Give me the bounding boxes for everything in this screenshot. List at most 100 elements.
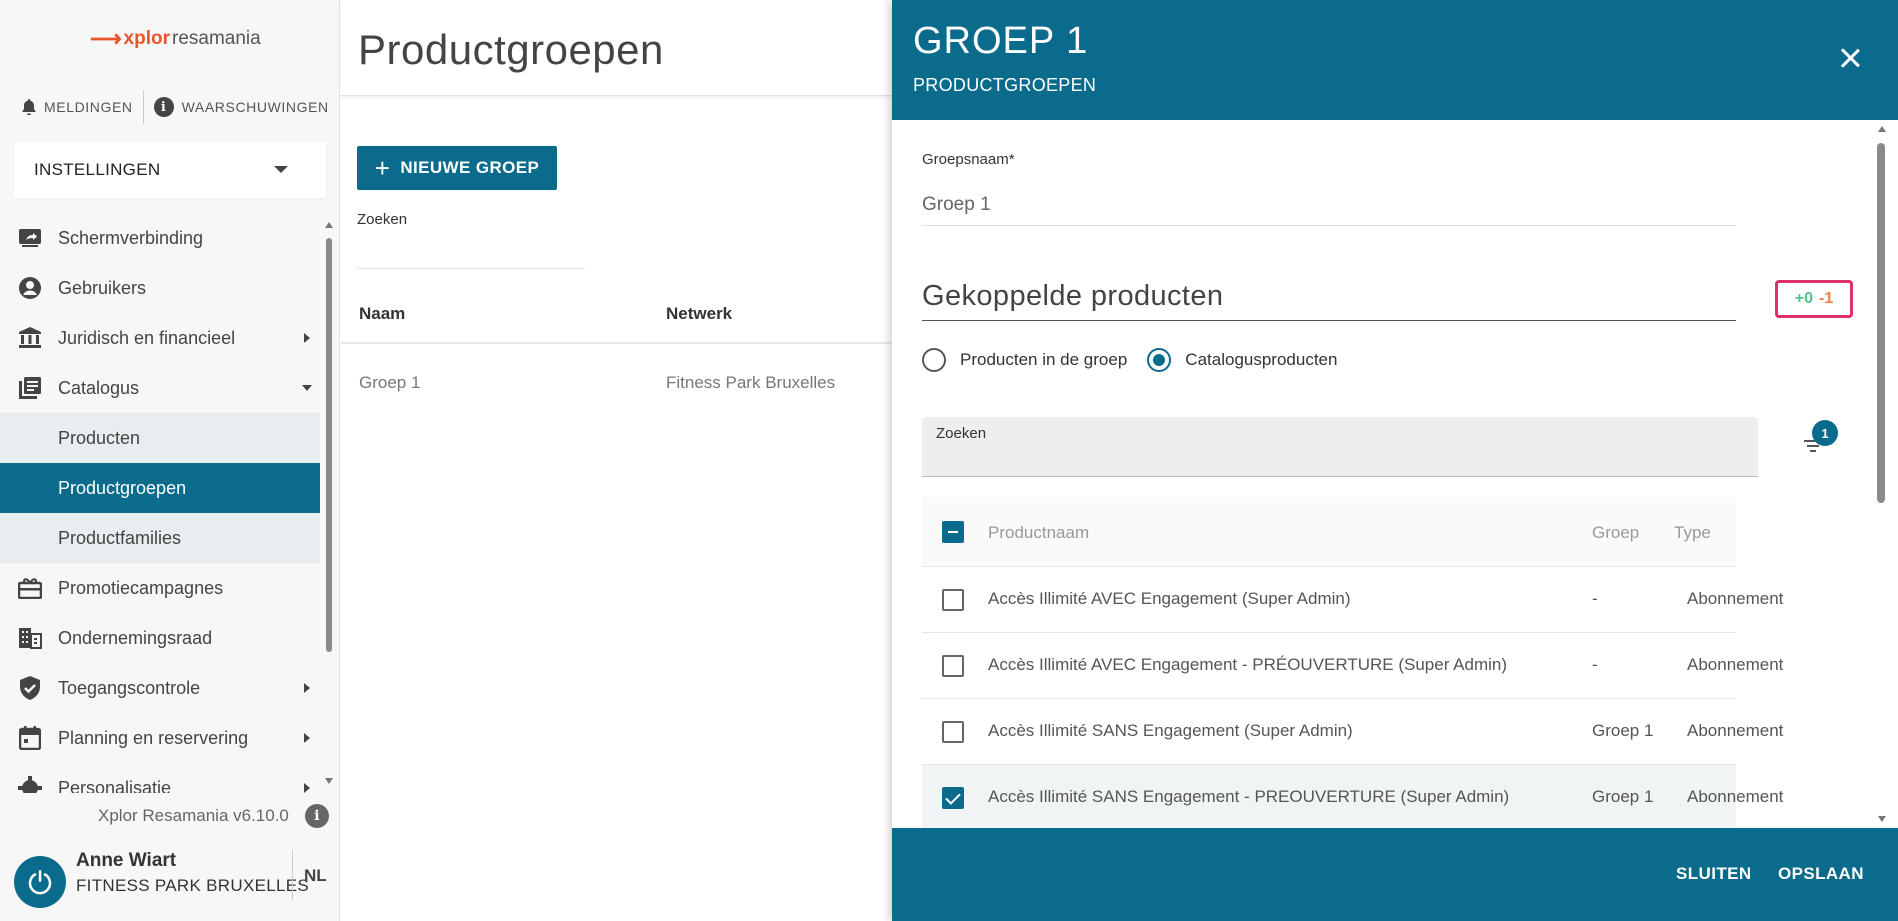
sidebar-item-label: Promotiecampagnes xyxy=(58,577,224,598)
info-icon[interactable]: i xyxy=(304,804,329,828)
scroll-up-icon[interactable] xyxy=(1878,126,1886,132)
product-type: Abonnement xyxy=(1687,655,1784,674)
product-search-input[interactable]: Zoeken xyxy=(922,417,1758,477)
scroll-down-icon[interactable] xyxy=(1878,816,1886,822)
column-header-groep[interactable]: Groep xyxy=(1592,523,1639,543)
account-circle-icon xyxy=(17,276,43,300)
column-header-productnaam[interactable]: Productnaam xyxy=(988,523,1089,543)
section-underline xyxy=(922,320,1736,321)
plus-icon: + xyxy=(374,153,391,183)
logout-button[interactable] xyxy=(14,856,66,908)
radio-products-in-group[interactable]: Producten in de groep xyxy=(922,348,1127,372)
removed-count: -1 xyxy=(1819,290,1834,307)
settings-select-value: INSTELLINGEN xyxy=(34,160,161,179)
save-button[interactable]: OPSLAAN xyxy=(1778,864,1864,884)
drawer-title: GROEP 1 xyxy=(913,20,1089,62)
scrollbar-thumb[interactable] xyxy=(1877,143,1885,503)
table-row-selected[interactable]: Accès Illimité SANS Engagement - PREOUVE… xyxy=(922,765,1783,831)
sidebar-item-label: Productgroepen xyxy=(58,477,187,498)
sidebar-item-label: Productfamilies xyxy=(58,527,182,548)
table-row[interactable]: Accès Illimité SANS Engagement (Super Ad… xyxy=(922,699,1783,765)
product-group: - xyxy=(1592,589,1598,608)
row-checkbox-checked[interactable] xyxy=(942,787,964,809)
sidebar-item-label: Catalogus xyxy=(58,377,140,398)
sidebar-item-planning[interactable]: Planning en reservering xyxy=(0,713,320,763)
product-name: Accès Illimité AVEC Engagement - PRÉOUVE… xyxy=(988,655,1507,674)
sidebar-item-label: Ondernemingsraad xyxy=(58,627,213,648)
scroll-down-icon[interactable] xyxy=(325,778,333,784)
sidebar-item-gebruikers[interactable]: Gebruikers xyxy=(0,263,320,313)
notifications-button[interactable]: MELDINGEN xyxy=(22,99,133,115)
row-checkbox[interactable] xyxy=(942,589,964,611)
sidebar-item-label: Planning en reservering xyxy=(58,727,249,748)
sidebar-item-catalogus[interactable]: Catalogus xyxy=(0,363,320,413)
sidebar-item-productgroepen[interactable]: Productgroepen xyxy=(0,463,320,513)
radio-button[interactable] xyxy=(922,348,946,372)
change-counter: +0 -1 xyxy=(1775,280,1853,318)
radio-button-selected[interactable] xyxy=(1147,348,1172,372)
new-group-label: NIEUWE GROEP xyxy=(400,158,540,177)
sidebar: ⟶ xplor resamania MELDINGEN i WAARSCHUWI… xyxy=(0,0,340,921)
warnings-label: WAARSCHUWINGEN xyxy=(181,99,329,115)
group-name-input[interactable]: Groep 1 xyxy=(922,194,991,216)
sidebar-item-schermverbinding[interactable]: Schermverbinding xyxy=(0,213,320,263)
sidebar-item-label: Schermverbinding xyxy=(58,227,204,248)
column-header-netwerk[interactable]: Netwerk xyxy=(666,304,732,324)
sidebar-item-promotiecampagnes[interactable]: Promotiecampagnes xyxy=(0,563,320,613)
sidebar-scrollbar[interactable] xyxy=(325,222,333,784)
close-button[interactable]: SLUITEN xyxy=(1676,864,1752,884)
product-type: Abonnement xyxy=(1687,589,1784,608)
column-header-naam[interactable]: Naam xyxy=(359,304,405,324)
chevron-right-icon xyxy=(304,733,310,743)
drawer-subtitle: PRODUCTGROEPEN xyxy=(913,75,1097,95)
library-books-icon xyxy=(17,376,43,400)
table-header: Productnaam Groep Type xyxy=(922,497,1736,567)
table-row[interactable]: Accès Illimité AVEC Engagement (Super Ad… xyxy=(922,567,1783,633)
user-panel: Anne Wiart FITNESS PARK BRUXELLES NL xyxy=(0,846,340,921)
page-title: Productgroepen xyxy=(358,26,664,73)
search-input[interactable] xyxy=(357,268,585,269)
table-row[interactable]: Accès Illimité AVEC Engagement - PRÉOUVE… xyxy=(922,633,1783,699)
product-type: Abonnement xyxy=(1687,787,1784,806)
drawer-footer: SLUITEN OPSLAAN xyxy=(892,828,1898,921)
scrollbar-thumb[interactable] xyxy=(326,238,332,652)
bank-icon xyxy=(17,326,43,350)
column-header-type[interactable]: Type xyxy=(1674,523,1711,543)
language-switch[interactable]: NL xyxy=(304,866,327,886)
radio-label: Producten in de groep xyxy=(960,350,1128,369)
chevron-right-icon xyxy=(304,783,310,793)
calendar-icon xyxy=(17,726,43,750)
row-checkbox[interactable] xyxy=(942,721,964,743)
user-name: Anne Wiart xyxy=(76,850,177,871)
select-all-checkbox[interactable] xyxy=(942,521,964,543)
divider xyxy=(142,90,144,124)
version-label: Xplor Resamania v6.10.0 xyxy=(98,806,289,825)
radio-catalog-products[interactable]: Catalogusproducten xyxy=(1147,348,1337,372)
table-row-name[interactable]: Groep 1 xyxy=(359,373,420,393)
new-group-button[interactable]: + NIEUWE GROEP xyxy=(357,146,557,190)
chevron-down-icon xyxy=(274,166,288,173)
settings-select[interactable]: INSTELLINGEN xyxy=(14,142,326,198)
warnings-button[interactable]: i WAARSCHUWINGEN xyxy=(153,97,329,117)
app-version: Xplor Resamania v6.10.0 i xyxy=(98,804,329,828)
sidebar-item-label: Personalisatie xyxy=(58,778,172,793)
rocket-icon: ⟶ xyxy=(90,26,122,51)
sidebar-item-productfamilies[interactable]: Productfamilies xyxy=(0,513,320,563)
field-underline xyxy=(922,225,1736,226)
sidebar-item-juridisch[interactable]: Juridisch en financieel xyxy=(0,313,320,363)
notification-bar: MELDINGEN i WAARSCHUWINGEN xyxy=(22,90,329,124)
scroll-up-icon[interactable] xyxy=(325,222,333,228)
gear-icon xyxy=(17,776,43,793)
brand-name: resamania xyxy=(172,28,261,49)
sidebar-item-ondernemingsraad[interactable]: Ondernemingsraad xyxy=(0,613,320,663)
row-checkbox[interactable] xyxy=(942,655,964,677)
close-icon[interactable] xyxy=(1838,46,1862,70)
chevron-down-icon xyxy=(302,385,312,391)
drawer-scrollbar[interactable] xyxy=(1877,126,1887,822)
sidebar-item-toegangscontrole[interactable]: Toegangscontrole xyxy=(0,663,320,713)
sidebar-item-personalisatie[interactable]: Personalisatie xyxy=(0,763,320,793)
product-name: Accès Illimité SANS Engagement - PREOUVE… xyxy=(988,787,1510,806)
sidebar-item-producten[interactable]: Producten xyxy=(0,413,320,463)
drawer-header: GROEP 1 PRODUCTGROEPEN xyxy=(892,0,1898,120)
group-name-label: Groepsnaam* xyxy=(922,151,1015,168)
